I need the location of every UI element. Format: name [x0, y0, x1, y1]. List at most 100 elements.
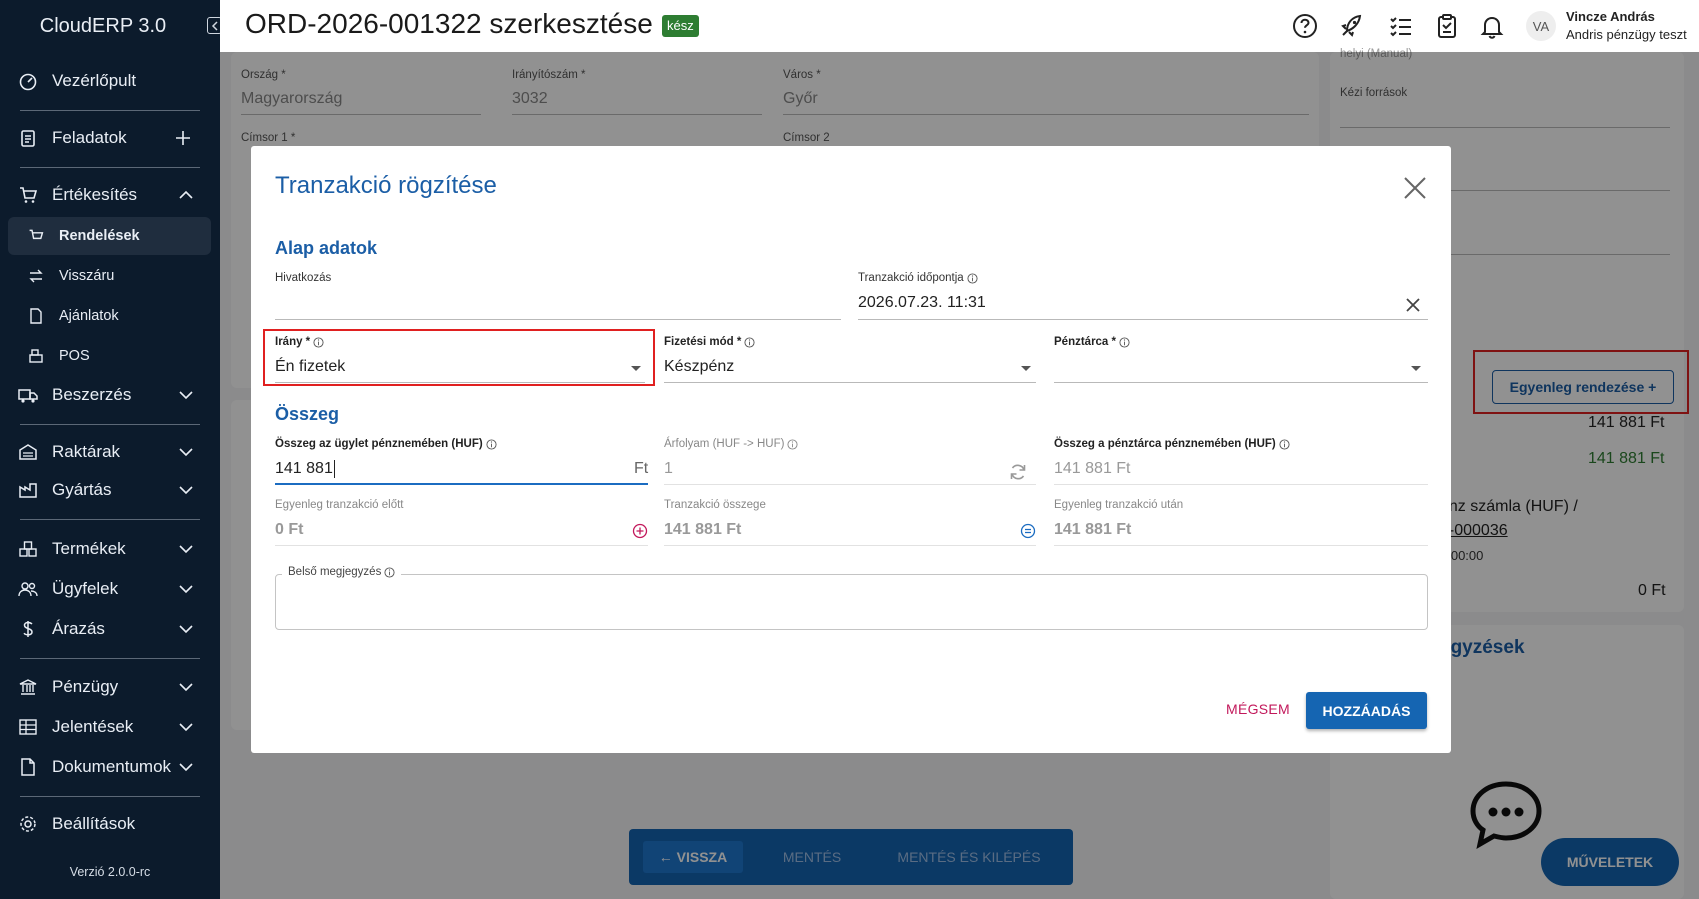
- dialog-title: Tranzakció rögzítése: [275, 172, 497, 199]
- sidebar-item-finance[interactable]: Pénzügy: [0, 668, 220, 706]
- sidebar-item-tasks[interactable]: Feladatok: [0, 119, 220, 157]
- transaction-dialog: Tranzakció rögzítése Alap adatok Hivatko…: [251, 146, 1451, 753]
- tx-time-label: Tranzakció időpontja: [858, 272, 978, 284]
- chevron-down-icon: [179, 683, 193, 692]
- info-icon: [1119, 336, 1130, 348]
- tx-time-input[interactable]: 2026.07.23. 11:31: [858, 294, 986, 312]
- sidebar-item-label: Beállítások: [52, 814, 136, 833]
- status-badge: kész: [662, 15, 699, 37]
- app-version: Verzió 2.0.0-rc: [69, 865, 151, 879]
- equals-circle-icon: [1020, 523, 1036, 539]
- section-amount: Összeg: [275, 404, 340, 424]
- info-icon: [486, 438, 497, 450]
- clipboard-check-icon[interactable]: [1433, 12, 1461, 40]
- sidebar-subitem-label: Ajánlatok: [59, 308, 119, 324]
- avatar[interactable]: VA: [1526, 11, 1556, 41]
- sidebar: CloudERP 3.0 Vezérlőpult Feladatok Érték…: [0, 0, 222, 899]
- page-title: ORD-2026-001322 szerkesztése: [245, 8, 653, 39]
- section-basic-data: Alap adatok: [275, 238, 378, 258]
- balance-after-value: 141 881 Ft: [1054, 521, 1132, 538]
- clear-icon[interactable]: [1404, 296, 1422, 314]
- plus-icon[interactable]: [174, 129, 192, 147]
- sidebar-item-reports[interactable]: Jelentések: [0, 708, 220, 746]
- amount-input[interactable]: 141 881: [275, 460, 335, 478]
- sidebar-subitem-orders[interactable]: Rendelések: [8, 217, 211, 255]
- wallet-amount-label-text: Összeg a pénztárca pénznemében (HUF): [1054, 438, 1276, 450]
- cart-icon: [29, 229, 44, 240]
- rocket-icon[interactable]: [1338, 12, 1366, 40]
- chevron-left-icon: [211, 20, 218, 31]
- reference-label: Hivatkozás: [275, 272, 331, 284]
- wallet-amount-input: 141 881 Ft: [1054, 460, 1131, 477]
- dropdown-arrow-icon[interactable]: [1021, 366, 1031, 371]
- divider: [20, 424, 200, 425]
- sidebar-item-label: Dokumentumok: [52, 757, 172, 776]
- bank-icon: [19, 679, 37, 695]
- app-logo[interactable]: CloudERP 3.0: [0, 0, 206, 52]
- sidebar-item-label: Árazás: [52, 619, 105, 638]
- sidebar-item-label: Pénzügy: [52, 677, 119, 696]
- reference-label-text: Hivatkozás: [275, 272, 332, 284]
- balance-after-label: Egyenleg tranzakció után: [1054, 499, 1183, 511]
- sidebar-subitem-pos[interactable]: POS: [8, 337, 211, 375]
- balance-before-label: Egyenleg tranzakció előtt: [275, 499, 404, 511]
- sidebar-item-settings[interactable]: Beállítások: [0, 805, 220, 843]
- payment-method-select[interactable]: Készpénz: [664, 358, 734, 376]
- sidebar-item-purchasing[interactable]: Beszerzés: [0, 376, 220, 414]
- rate-label-text: Árfolyam (HUF -> HUF): [664, 438, 785, 450]
- help-icon[interactable]: [1291, 12, 1319, 40]
- internal-note-label-text: Belső megjegyzés: [288, 566, 382, 578]
- tx-time-underline: [858, 319, 1428, 320]
- user-role: Andris pénzügy teszt: [1566, 27, 1687, 42]
- payment-method-label: Fizetési mód *: [664, 336, 755, 348]
- table-icon: [19, 719, 37, 735]
- chevron-up-icon: [179, 190, 193, 199]
- balance-after-label-text: Egyenleg tranzakció után: [1054, 499, 1184, 511]
- sidebar-item-sales[interactable]: Értékesítés: [0, 176, 220, 214]
- refresh-icon[interactable]: [1008, 462, 1028, 482]
- tx-amount-underline: [664, 545, 1036, 546]
- sidebar-item-dashboard[interactable]: Vezérlőpult: [0, 62, 220, 100]
- document-icon: [21, 758, 35, 776]
- sidebar-subitem-quotes[interactable]: Ajánlatok: [8, 297, 211, 335]
- chevron-down-icon: [179, 448, 193, 457]
- sidebar-item-pricing[interactable]: Árazás: [0, 610, 220, 648]
- amount-underline: [275, 483, 648, 485]
- sidebar-item-customers[interactable]: Ügyfelek: [0, 570, 220, 608]
- dashboard-icon: [19, 73, 37, 91]
- truck-icon: [18, 389, 38, 403]
- cancel-button[interactable]: MÉGSEM: [1218, 692, 1298, 726]
- internal-note-label: Belső megjegyzés: [282, 566, 402, 578]
- sidebar-item-products[interactable]: Termékek: [0, 530, 220, 568]
- warehouse-icon: [19, 444, 37, 460]
- sidebar-subitem-label: Visszáru: [59, 268, 115, 284]
- file-icon: [30, 308, 42, 324]
- sidebar-item-label: Ügyfelek: [52, 579, 119, 598]
- sidebar-subitem-label: Rendelések: [59, 228, 140, 244]
- add-button[interactable]: HOZZÁADÁS: [1306, 692, 1427, 729]
- close-icon[interactable]: [1401, 174, 1429, 202]
- wallet-amount-underline: [1054, 484, 1428, 485]
- tx-amount-value: 141 881 Ft: [664, 521, 742, 538]
- cart-icon: [20, 187, 38, 203]
- divider: [20, 167, 200, 168]
- checklist-icon[interactable]: [1387, 12, 1415, 40]
- highlight-direction: [263, 329, 655, 386]
- sidebar-item-warehouses[interactable]: Raktárak: [0, 433, 220, 471]
- bell-icon[interactable]: [1478, 12, 1506, 40]
- internal-note-textarea[interactable]: [275, 574, 1428, 630]
- sidebar-item-documents[interactable]: Dokumentumok: [0, 748, 220, 786]
- sidebar-subitem-returns[interactable]: Visszáru: [8, 257, 211, 295]
- chevron-down-icon: [179, 763, 193, 772]
- sidebar-item-label: Gyártás: [52, 480, 112, 499]
- balance-before-underline: [275, 545, 648, 546]
- tx-amount-label: Tranzakció összege: [664, 499, 766, 511]
- sidebar-item-label: Feladatok: [52, 128, 127, 147]
- wallet-label-text: Pénztárca *: [1054, 336, 1117, 348]
- plus-circle-icon: [632, 523, 648, 539]
- chevron-down-icon: [179, 723, 193, 732]
- clipboard-icon: [21, 130, 35, 147]
- rate-label: Árfolyam (HUF -> HUF): [664, 438, 798, 450]
- dropdown-arrow-icon[interactable]: [1411, 366, 1421, 371]
- sidebar-item-manufacturing[interactable]: Gyártás: [0, 471, 220, 509]
